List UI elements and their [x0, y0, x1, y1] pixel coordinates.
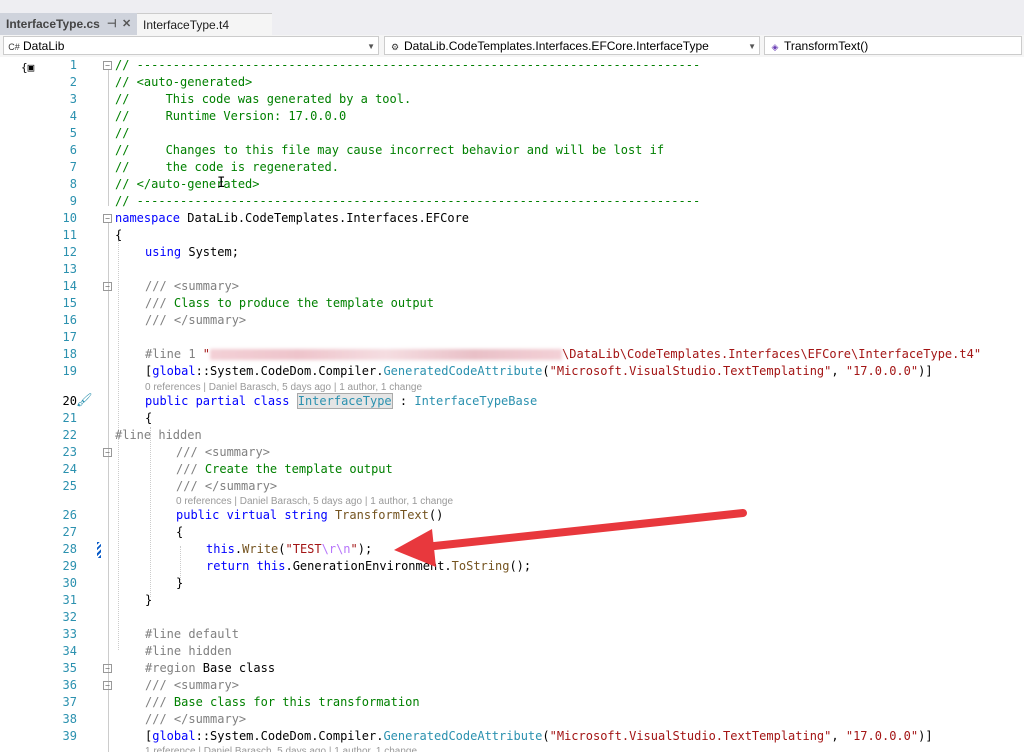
project-dropdown[interactable]: C# DataLib ▼: [3, 36, 379, 55]
pin-icon[interactable]: ⊣: [107, 13, 117, 35]
close-icon[interactable]: ✕: [122, 13, 131, 35]
member-dropdown[interactable]: ◈ TransformText(): [764, 36, 1022, 55]
tab-label: InterfaceType.cs: [6, 17, 100, 31]
method-icon: ◈: [771, 42, 779, 52]
tab-label: InterfaceType.t4: [143, 18, 230, 32]
arrow-head: [394, 529, 436, 567]
type-label: DataLib.CodeTemplates.Interfaces.EFCore.…: [404, 39, 709, 53]
class-icon: ⚙: [390, 42, 400, 52]
csharp-project-icon: C#: [8, 42, 20, 52]
navigation-bar: C# DataLib ▼ ⚙ DataLib.CodeTemplates.Inter…: [0, 35, 1024, 58]
chevron-down-icon[interactable]: ▼: [748, 37, 756, 54]
member-label: TransformText(): [784, 39, 869, 53]
tab-interfacetype-t4[interactable]: InterfaceType.t4: [137, 13, 272, 35]
annotation-arrow: [394, 509, 747, 567]
arrow-shaft: [421, 509, 747, 551]
chevron-down-icon[interactable]: ▼: [367, 37, 375, 54]
tab-interfacetype-cs[interactable]: InterfaceType.cs ⊣ ✕: [0, 13, 137, 35]
document-tab-bar: InterfaceType.cs ⊣ ✕ InterfaceType.t4: [0, 0, 1024, 37]
project-label: DataLib: [23, 39, 65, 53]
code-editor[interactable]: {▣ 1 − // ------------------------------…: [0, 57, 1024, 752]
type-dropdown[interactable]: ⚙ DataLib.CodeTemplates.Interfaces.EFCore…: [384, 36, 760, 55]
